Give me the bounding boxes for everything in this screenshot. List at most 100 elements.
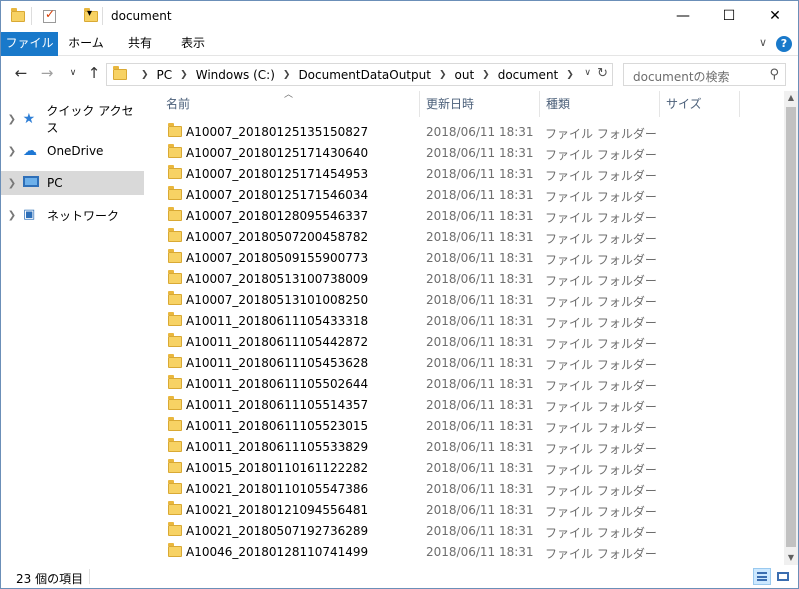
column-header-date[interactable]: 更新日時: [420, 91, 540, 117]
tab-share[interactable]: 共有: [117, 32, 163, 56]
column-header-label: 種類: [546, 97, 571, 111]
chevron-right-icon[interactable]: ❯: [180, 70, 188, 80]
close-button[interactable]: ✕: [752, 1, 798, 31]
table-row[interactable]: A10011_20180611105514357 2018/06/11 18:31…: [151, 394, 784, 415]
tab-home[interactable]: ホーム: [63, 32, 109, 56]
scroll-down-icon[interactable]: ▼: [784, 551, 798, 565]
nav-item-pc[interactable]: ❯ PC: [1, 171, 144, 195]
scroll-up-icon[interactable]: ▲: [784, 91, 798, 105]
table-row[interactable]: A10011_20180611105453628 2018/06/11 18:31…: [151, 352, 784, 373]
table-row[interactable]: A10021_20180507192736289 2018/06/11 18:31…: [151, 520, 784, 541]
up-arrow-icon[interactable]: ↑: [85, 64, 103, 82]
breadcrumb-pc[interactable]: PC: [157, 68, 173, 82]
large-icons-view-button[interactable]: [774, 568, 792, 585]
table-row[interactable]: A10046_20180128110741499 2018/06/11 18:31…: [151, 541, 784, 562]
address-bar[interactable]: ❯ PC ❯ Windows (C:) ❯ DocumentDataOutput…: [106, 63, 613, 86]
chevron-right-icon[interactable]: ❯: [1, 146, 23, 157]
tab-file[interactable]: ファイル: [1, 32, 58, 56]
nav-item-network[interactable]: ❯ ▣ ネットワーク: [1, 203, 144, 227]
column-header-type[interactable]: 種類: [540, 91, 660, 117]
chevron-right-icon[interactable]: ❯: [141, 70, 149, 80]
minimize-button[interactable]: —: [660, 1, 706, 31]
folder-icon: [168, 144, 182, 158]
customize-quick-access-icon[interactable]: ▾: [87, 8, 92, 26]
table-row[interactable]: A10011_20180611105502644 2018/06/11 18:31…: [151, 373, 784, 394]
chevron-right-icon[interactable]: ❯: [1, 210, 23, 221]
file-name: A10007_20180125135150827: [186, 125, 369, 139]
sort-ascending-icon: ︿: [284, 91, 294, 100]
breadcrumb: ❯ PC ❯ Windows (C:) ❯ DocumentDataOutput…: [133, 64, 582, 85]
window-title: document: [111, 9, 172, 23]
table-row[interactable]: A10007_20180509155900773 2018/06/11 18:31…: [151, 247, 784, 268]
folder-icon: [168, 228, 182, 242]
chevron-right-icon[interactable]: ❯: [1, 178, 23, 189]
table-row[interactable]: A10011_20180611105442872 2018/06/11 18:31…: [151, 331, 784, 352]
chevron-right-icon[interactable]: ❯: [482, 70, 490, 80]
forward-arrow-icon[interactable]: →: [38, 64, 56, 82]
chevron-right-icon[interactable]: ❯: [283, 70, 291, 80]
address-dropdown-icon[interactable]: ∨: [584, 68, 591, 78]
table-row[interactable]: A10015_20180110161122282 2018/06/11 18:31…: [151, 457, 784, 478]
network-icon: ▣: [23, 207, 36, 222]
file-date: 2018/06/11 18:31: [426, 209, 534, 223]
table-row[interactable]: A10007_20180125171430640 2018/06/11 18:31…: [151, 142, 784, 163]
scrollbar-thumb[interactable]: [786, 107, 796, 547]
search-box[interactable]: documentの検索 ⚲: [623, 63, 786, 86]
table-row[interactable]: A10007_20180125171454953 2018/06/11 18:31…: [151, 163, 784, 184]
expand-ribbon-icon[interactable]: ∨: [759, 36, 767, 52]
back-arrow-icon[interactable]: ←: [12, 64, 30, 82]
nav-item-quick-access[interactable]: ❯ ★ クイック アクセス: [1, 104, 144, 135]
folder-icon: [168, 459, 182, 473]
maximize-button[interactable]: ☐: [706, 1, 752, 31]
table-row[interactable]: A10007_20180507200458782 2018/06/11 18:31…: [151, 226, 784, 247]
help-icon[interactable]: ?: [776, 36, 792, 52]
chevron-right-icon[interactable]: ❯: [1, 114, 23, 125]
properties-icon[interactable]: ✓: [43, 7, 56, 23]
folder-icon: [168, 480, 182, 494]
search-icon[interactable]: ⚲: [769, 67, 779, 82]
breadcrumb-document[interactable]: document: [498, 68, 559, 82]
file-date: 2018/06/11 18:31: [426, 482, 534, 496]
chevron-right-icon[interactable]: ❯: [439, 70, 447, 80]
file-name: A10007_20180507200458782: [186, 230, 369, 244]
recent-locations-icon[interactable]: ∨: [64, 64, 82, 82]
vertical-scrollbar[interactable]: ▲ ▼: [784, 91, 798, 565]
file-type: ファイル フォルダー: [545, 505, 657, 519]
file-type: ファイル フォルダー: [545, 442, 657, 456]
file-date: 2018/06/11 18:31: [426, 272, 534, 286]
file-date: 2018/06/11 18:31: [426, 419, 534, 433]
table-row[interactable]: A10021_20180121094556481 2018/06/11 18:31…: [151, 499, 784, 520]
refresh-icon[interactable]: ↻: [597, 66, 608, 81]
computer-icon: [23, 175, 41, 191]
table-row[interactable]: A10011_20180611105523015 2018/06/11 18:31…: [151, 415, 784, 436]
title-divider: [102, 7, 103, 25]
file-type: ファイル フォルダー: [545, 484, 657, 498]
file-type: ファイル フォルダー: [545, 526, 657, 540]
breadcrumb-out[interactable]: out: [455, 68, 475, 82]
table-row[interactable]: A10007_20180125135150827 2018/06/11 18:31…: [151, 121, 784, 142]
tab-view[interactable]: 表示: [170, 32, 216, 56]
file-name: A10007_20180513101008250: [186, 293, 369, 307]
folder-icon: [168, 186, 182, 200]
file-date: 2018/06/11 18:31: [426, 230, 534, 244]
details-view-button[interactable]: [753, 568, 771, 585]
nav-item-label: ネットワーク: [47, 208, 120, 223]
table-row[interactable]: A10011_20180611105433318 2018/06/11 18:31…: [151, 310, 784, 331]
breadcrumb-drive[interactable]: Windows (C:): [196, 68, 275, 82]
file-name: A10011_20180611105442872: [186, 335, 369, 349]
table-row[interactable]: A10007_20180513100738009 2018/06/11 18:31…: [151, 268, 784, 289]
table-row[interactable]: A10007_20180513101008250 2018/06/11 18:31…: [151, 289, 784, 310]
nav-item-onedrive[interactable]: ❯ ☁ OneDrive: [1, 139, 144, 163]
breadcrumb-documentdataoutput[interactable]: DocumentDataOutput: [298, 68, 431, 82]
file-type: ファイル フォルダー: [545, 148, 657, 162]
column-header-name[interactable]: ︿ 名前: [151, 91, 420, 117]
table-row[interactable]: A10011_20180611105533829 2018/06/11 18:31…: [151, 436, 784, 457]
file-date: 2018/06/11 18:31: [426, 356, 534, 370]
column-header-size[interactable]: サイズ: [660, 91, 740, 117]
file-date: 2018/06/11 18:31: [426, 188, 534, 202]
table-row[interactable]: A10007_20180125171546034 2018/06/11 18:31…: [151, 184, 784, 205]
chevron-right-icon[interactable]: ❯: [566, 70, 574, 80]
table-row[interactable]: A10021_20180110105547386 2018/06/11 18:31…: [151, 478, 784, 499]
table-row[interactable]: A10007_20180128095546337 2018/06/11 18:31…: [151, 205, 784, 226]
file-date: 2018/06/11 18:31: [426, 461, 534, 475]
